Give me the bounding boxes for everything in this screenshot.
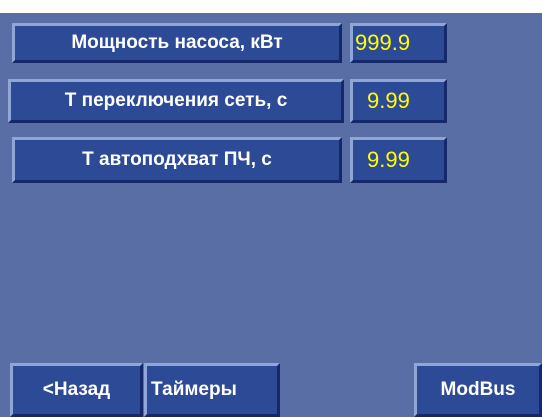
back-button[interactable]: <Назад xyxy=(10,363,143,417)
hmi-screen: Мощность насоса, кВт 999.9 Т переключени… xyxy=(0,13,542,417)
network-switch-time-value: 9.99 xyxy=(367,88,410,113)
vfd-pickup-time-label: Т автоподхват ПЧ, с xyxy=(12,137,342,183)
pump-power-value: 999.9 xyxy=(355,30,411,55)
vfd-pickup-time-value-field[interactable]: 9.99 xyxy=(350,137,447,183)
modbus-button-label: ModBus xyxy=(440,379,516,400)
pump-power-label-text: Мощность насоса, кВт xyxy=(71,32,283,53)
network-switch-time-label-text: Т переключения сеть, с xyxy=(64,90,288,111)
timers-button-label: Таймеры xyxy=(151,379,237,400)
pump-power-label: Мощность насоса, кВт xyxy=(12,23,342,63)
network-switch-time-value-field[interactable]: 9.99 xyxy=(350,79,447,123)
pump-power-value-field[interactable]: 999.9 xyxy=(350,23,447,63)
vfd-pickup-time-value: 9.99 xyxy=(367,147,410,172)
modbus-button[interactable]: ModBus xyxy=(414,363,542,417)
network-switch-time-label: Т переключения сеть, с xyxy=(8,79,344,123)
back-button-label: <Назад xyxy=(42,379,111,400)
timers-button[interactable]: Таймеры xyxy=(144,363,280,417)
vfd-pickup-time-label-text: Т автоподхват ПЧ, с xyxy=(82,149,272,170)
